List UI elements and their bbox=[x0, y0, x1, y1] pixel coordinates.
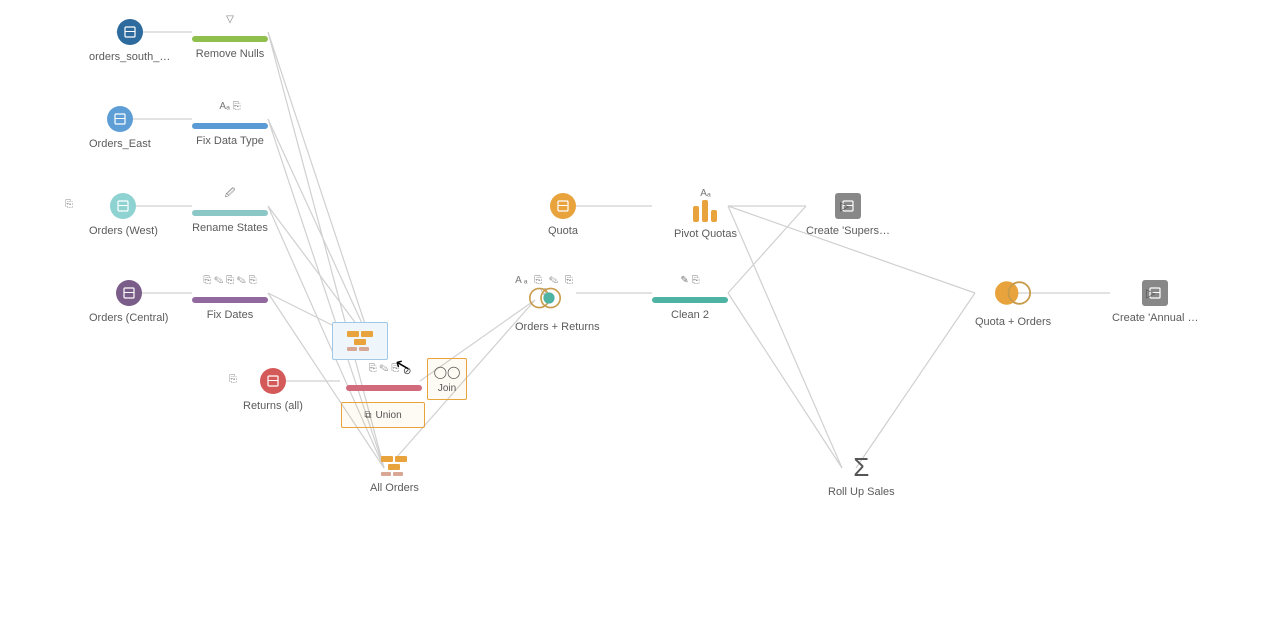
clean-step-bar bbox=[192, 36, 268, 42]
drop-label: Join bbox=[438, 383, 456, 394]
union-icon bbox=[381, 456, 407, 476]
node-label: Orders_East bbox=[89, 138, 151, 150]
node-label: Remove Nulls bbox=[192, 48, 268, 60]
database-icon bbox=[110, 193, 136, 219]
clean-clean2[interactable]: ✎ ⎘ Clean 2 bbox=[652, 275, 728, 321]
change-indicator-icon: ⎘ bbox=[229, 374, 237, 385]
output-supers[interactable]: ▷ Create 'Supers… bbox=[806, 193, 890, 237]
clean-fix-data-type[interactable]: Aₐ ⎘ Fix Data Type bbox=[192, 101, 268, 147]
node-label: Quota bbox=[548, 225, 578, 237]
clean-remove-nulls[interactable]: ▽ Remove Nulls bbox=[192, 14, 268, 60]
aggregate-rollup[interactable]: Σ Roll Up Sales bbox=[828, 454, 895, 498]
step-change-icons: ✎ ⎘ bbox=[652, 275, 728, 287]
join-mini-icon: ◯◯ bbox=[434, 365, 461, 379]
step-change-icons: Aₐ ⎘ ✎ ⎘ ▽ bbox=[515, 275, 575, 287]
node-label: Pivot Quotas bbox=[674, 228, 737, 240]
step-change-icons: Aₐ ⎘ bbox=[192, 101, 268, 113]
clean-fix-dates[interactable]: ⎘ ✎ ⎘ ✎ ⎘ Fix Dates bbox=[192, 275, 268, 321]
node-label: Quota + Orders bbox=[975, 316, 1051, 328]
join-icon bbox=[529, 288, 561, 309]
run-icon[interactable]: ▷ bbox=[1146, 286, 1155, 300]
change-indicator-icon: ⎘ bbox=[65, 199, 73, 210]
sigma-icon: Σ bbox=[828, 454, 895, 480]
node-label: Orders (West) bbox=[89, 225, 158, 237]
join-icon bbox=[995, 281, 1031, 304]
database-icon bbox=[107, 106, 133, 132]
join-orders-returns[interactable]: Aₐ ⎘ ✎ ⎘ ▽ Orders + Returns bbox=[515, 275, 575, 333]
step-change-icons: 🖉 bbox=[192, 188, 268, 200]
clean-step-bar bbox=[192, 123, 268, 129]
node-label: Create 'Annual … bbox=[1112, 312, 1198, 324]
clean-step-bar bbox=[192, 210, 268, 216]
flow-canvas[interactable]: orders_south_… Orders_East ⎘ Orders (Wes… bbox=[0, 0, 1279, 640]
clean-rename-states[interactable]: 🖉 Rename States bbox=[192, 188, 268, 234]
input-orders-south[interactable]: orders_south_… bbox=[89, 19, 170, 63]
database-icon bbox=[116, 280, 142, 306]
node-label: Fix Dates bbox=[192, 309, 268, 321]
drop-target-join[interactable]: ◯◯ Join bbox=[427, 358, 467, 400]
step-change-icons: ▽ bbox=[192, 14, 268, 26]
database-icon bbox=[117, 19, 143, 45]
input-orders-east[interactable]: Orders_East bbox=[89, 106, 151, 150]
step-change-icons: ⎘ ✎ ⎘ ✎ ⎘ bbox=[192, 275, 268, 287]
clean-step-bar bbox=[346, 385, 422, 391]
node-label: Clean 2 bbox=[652, 309, 728, 321]
drop-label: Union bbox=[376, 410, 402, 421]
pivot-icon bbox=[691, 200, 719, 222]
pivot-quotas[interactable]: Aₐ Pivot Quotas bbox=[674, 188, 737, 240]
database-icon bbox=[550, 193, 576, 219]
drag-ghost[interactable] bbox=[332, 322, 388, 360]
node-label: Roll Up Sales bbox=[828, 486, 895, 498]
input-orders-west[interactable]: ⎘ Orders (West) bbox=[89, 193, 158, 237]
node-label: orders_south_… bbox=[89, 51, 170, 63]
node-label: Rename States bbox=[192, 222, 268, 234]
node-label: Create 'Supers… bbox=[806, 225, 890, 237]
union-mini-icon: ⧉ bbox=[364, 410, 371, 421]
database-icon bbox=[260, 368, 286, 394]
drop-target-union[interactable]: ⧉ Union bbox=[341, 402, 425, 428]
input-orders-central[interactable]: Orders (Central) bbox=[89, 280, 168, 324]
node-label: Fix Data Type bbox=[192, 135, 268, 147]
union-all-orders[interactable]: All Orders bbox=[370, 456, 419, 494]
node-label: Orders + Returns bbox=[515, 321, 575, 333]
input-quota[interactable]: Quota bbox=[548, 193, 578, 237]
output-annual[interactable]: ▷ Create 'Annual … bbox=[1112, 280, 1198, 324]
step-change-icons: Aₐ bbox=[674, 188, 737, 200]
clean-step-bar bbox=[652, 297, 728, 303]
union-icon bbox=[347, 331, 373, 351]
node-label: All Orders bbox=[370, 482, 419, 494]
node-label: Orders (Central) bbox=[89, 312, 168, 324]
input-returns[interactable]: ⎘ Returns (all) bbox=[243, 368, 303, 412]
clean-step-bar bbox=[192, 297, 268, 303]
run-icon[interactable]: ▷ bbox=[840, 199, 849, 213]
join-quota-orders[interactable]: Quota + Orders bbox=[975, 280, 1051, 328]
node-label: Returns (all) bbox=[243, 400, 303, 412]
